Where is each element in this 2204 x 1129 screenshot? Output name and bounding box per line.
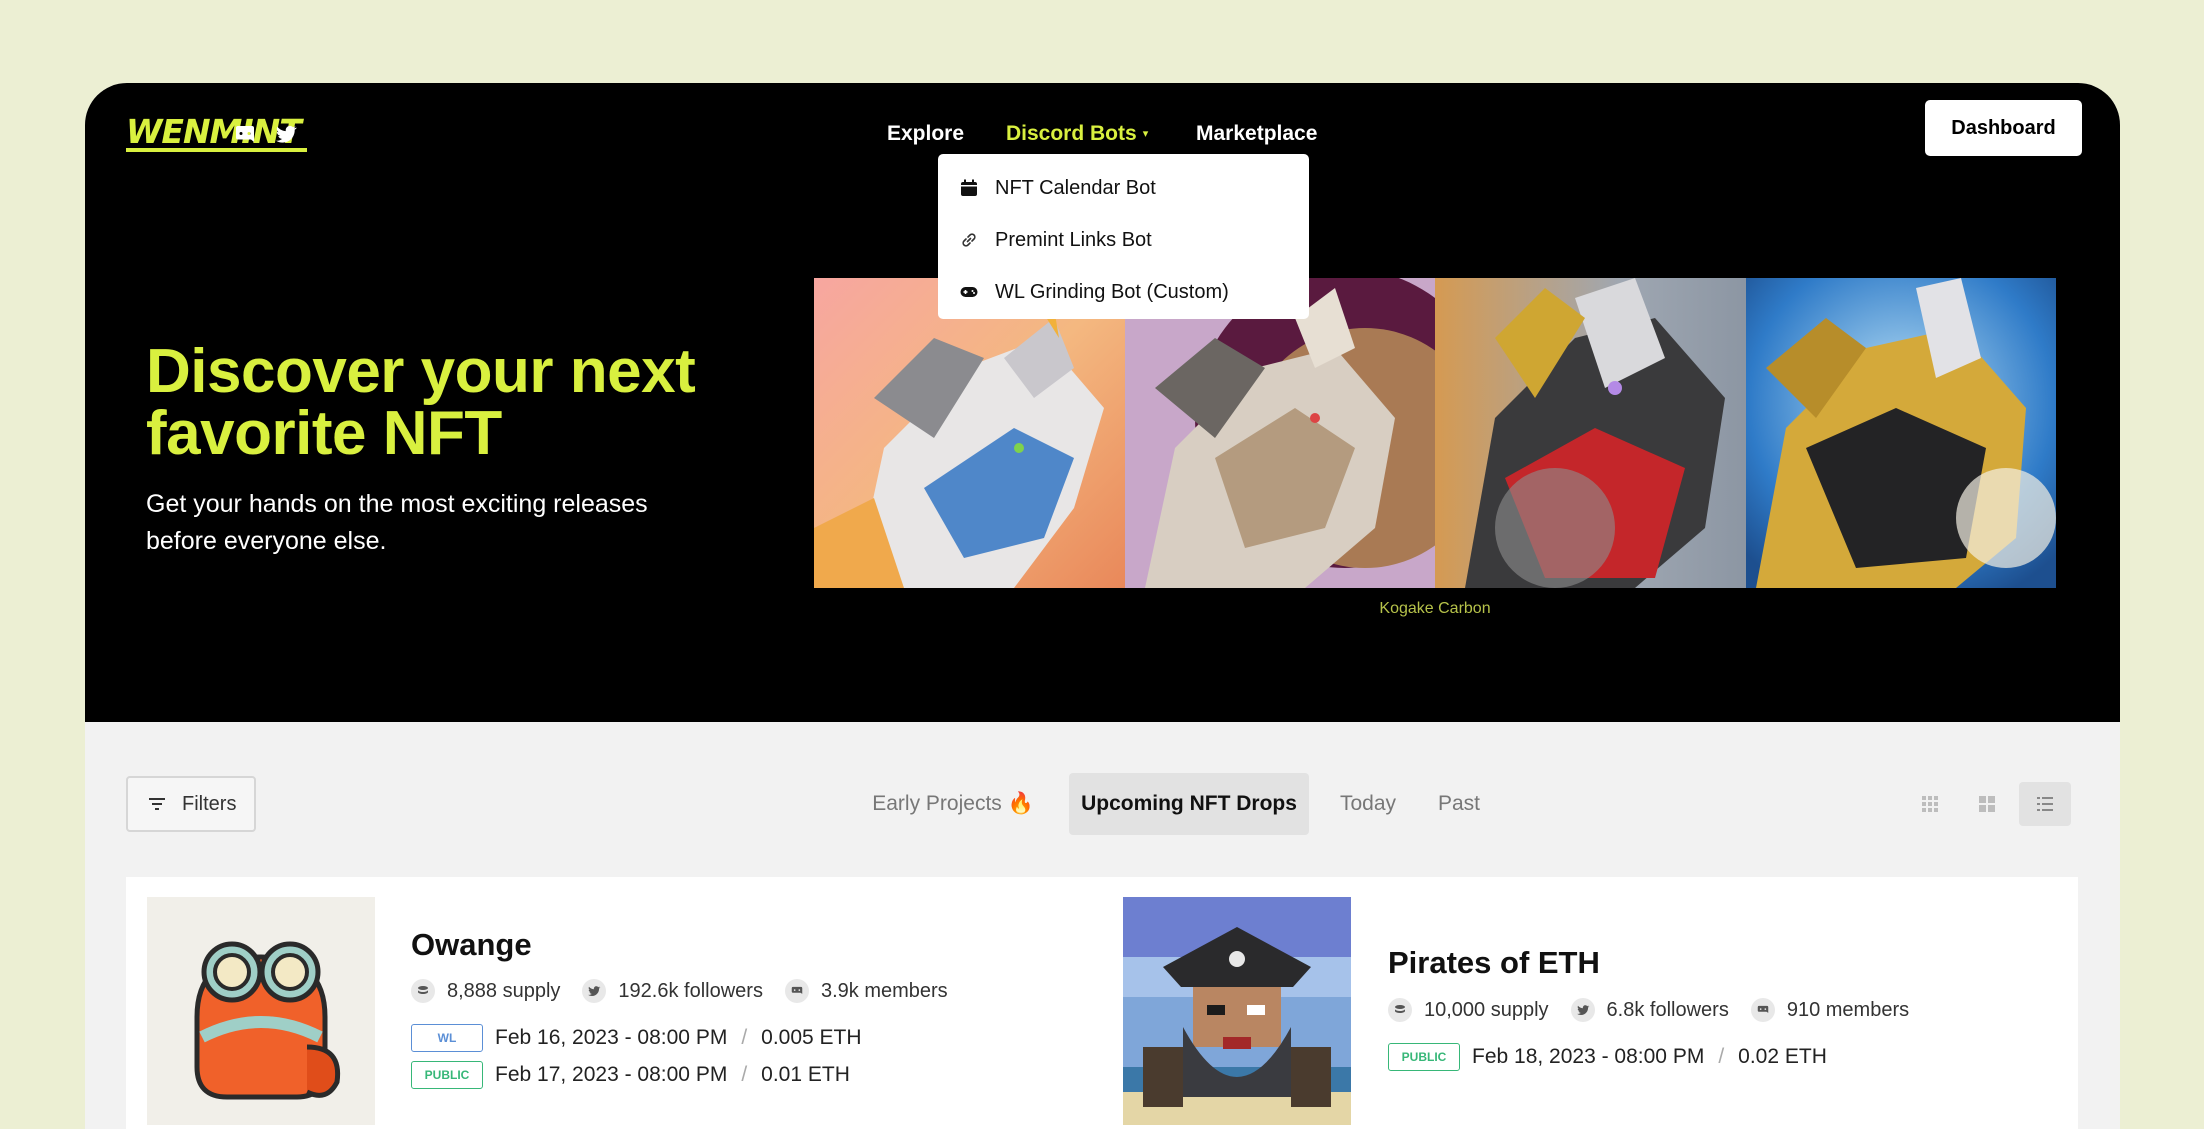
followers-stat: 6.8k followers [1570, 998, 1729, 1022]
tab-early-projects[interactable]: Early Projects 🔥 [868, 773, 1038, 835]
twitter-icon [1570, 998, 1595, 1022]
project-name[interactable]: Owange [411, 927, 532, 963]
chevron-down-icon: ▾ [1142, 128, 1149, 141]
twitter-icon[interactable] [272, 120, 300, 148]
dashboard-button[interactable]: Dashboard [1925, 100, 2082, 156]
featured-banner[interactable] [814, 278, 2056, 588]
tab-upcoming-nft-drops[interactable]: Upcoming NFT Drops [1069, 773, 1309, 835]
project-list: Owange 8,888 supply 192.6k followers 3.9… [126, 877, 2078, 1129]
small-grid-icon [1922, 796, 1938, 812]
view-list-button[interactable] [2019, 782, 2071, 826]
filters-button[interactable]: Filters [126, 776, 256, 832]
dropdown-item-nft-calendar-bot[interactable]: NFT Calendar Bot [938, 162, 1309, 214]
banner-panel-3 [1435, 278, 1746, 588]
members-stat: 910 members [1750, 998, 1909, 1022]
hero-title: Discover your next favorite NFT [146, 337, 696, 468]
nav-marketplace[interactable]: Marketplace [1196, 115, 1317, 153]
twitter-icon [582, 979, 607, 1003]
coins-icon [1388, 998, 1412, 1022]
project-image-owange[interactable] [147, 897, 375, 1125]
filter-icon [149, 798, 165, 810]
separator: / [741, 1026, 748, 1049]
dropdown-item-wl-grinding-bot[interactable]: WL Grinding Bot (Custom) [938, 266, 1309, 318]
nav-discord-bots-label: Discord Bots [1006, 122, 1137, 145]
filters-label: Filters [182, 792, 237, 815]
tab-past[interactable]: Past [1419, 773, 1499, 835]
hero-section: WENMINT Explore Discord Bots ▾ Marketplac… [85, 83, 2120, 722]
tab-today[interactable]: Today [1323, 773, 1413, 835]
link-icon [962, 233, 976, 247]
dropdown-item-label: Premint Links Bot [995, 228, 1152, 251]
app-window: WENMINT Explore Discord Bots ▾ Marketplac… [85, 83, 2120, 1129]
supply-stat: 8,888 supply [411, 979, 560, 1003]
phase-date: Feb 17, 2023 - 08:00 PM [495, 1063, 728, 1086]
discord-icon[interactable] [231, 120, 259, 148]
large-grid-icon [1979, 796, 1995, 812]
phase-date: Feb 16, 2023 - 08:00 PM [495, 1026, 728, 1049]
nav-discord-bots[interactable]: Discord Bots ▾ [1006, 115, 1148, 153]
followers-stat: 192.6k followers [582, 979, 763, 1003]
project-name[interactable]: Pirates of ETH [1388, 945, 1600, 981]
discord-icon [1750, 998, 1775, 1022]
separator: / [741, 1063, 748, 1086]
banner-panel-2 [1124, 278, 1435, 588]
project-stats: 8,888 supply 192.6k followers 3.9k membe… [411, 979, 970, 1003]
coins-icon [411, 979, 435, 1003]
phase-price: 0.01 ETH [761, 1063, 850, 1086]
separator: / [1718, 1045, 1725, 1068]
phase-price: 0.02 ETH [1738, 1045, 1827, 1068]
public-badge: PUBLIC [411, 1061, 483, 1089]
nav-explore[interactable]: Explore [887, 115, 964, 153]
list-icon [2037, 797, 2053, 811]
gamepad-icon [960, 287, 978, 297]
members-stat: 3.9k members [784, 979, 948, 1003]
discord-bots-dropdown: NFT Calendar Bot Premint Links Bot WL Gr… [938, 154, 1309, 319]
mint-phase-row: PUBLIC Feb 17, 2023 - 08:00 PM / 0.01 ET… [411, 1061, 850, 1089]
calendar-icon [961, 179, 977, 196]
public-badge: PUBLIC [1388, 1043, 1460, 1071]
mint-phase-row: PUBLIC Feb 18, 2023 - 08:00 PM / 0.02 ET… [1388, 1043, 1827, 1071]
project-image-pirates-of-eth[interactable] [1123, 897, 1351, 1125]
banner-panel-4 [1745, 278, 2056, 588]
phase-date: Feb 18, 2023 - 08:00 PM [1472, 1045, 1705, 1068]
dropdown-item-premint-links-bot[interactable]: Premint Links Bot [938, 214, 1309, 266]
mint-phase-row: WL Feb 16, 2023 - 08:00 PM / 0.005 ETH [411, 1024, 862, 1052]
discord-icon [784, 979, 809, 1003]
phase-price: 0.005 ETH [761, 1026, 862, 1049]
hero-subtitle: Get your hands on the most exciting rele… [146, 490, 648, 555]
view-large-grid-button[interactable] [1961, 782, 2013, 826]
project-stats: 10,000 supply 6.8k followers 910 members [1388, 998, 1931, 1022]
dropdown-item-label: WL Grinding Bot (Custom) [995, 280, 1229, 303]
wl-badge: WL [411, 1024, 483, 1052]
dropdown-item-label: NFT Calendar Bot [995, 176, 1156, 199]
supply-stat: 10,000 supply [1388, 998, 1549, 1022]
banner-panel-1 [814, 278, 1125, 588]
banner-caption: Kogake Carbon [1379, 600, 1491, 617]
view-small-grid-button[interactable] [1904, 782, 1956, 826]
